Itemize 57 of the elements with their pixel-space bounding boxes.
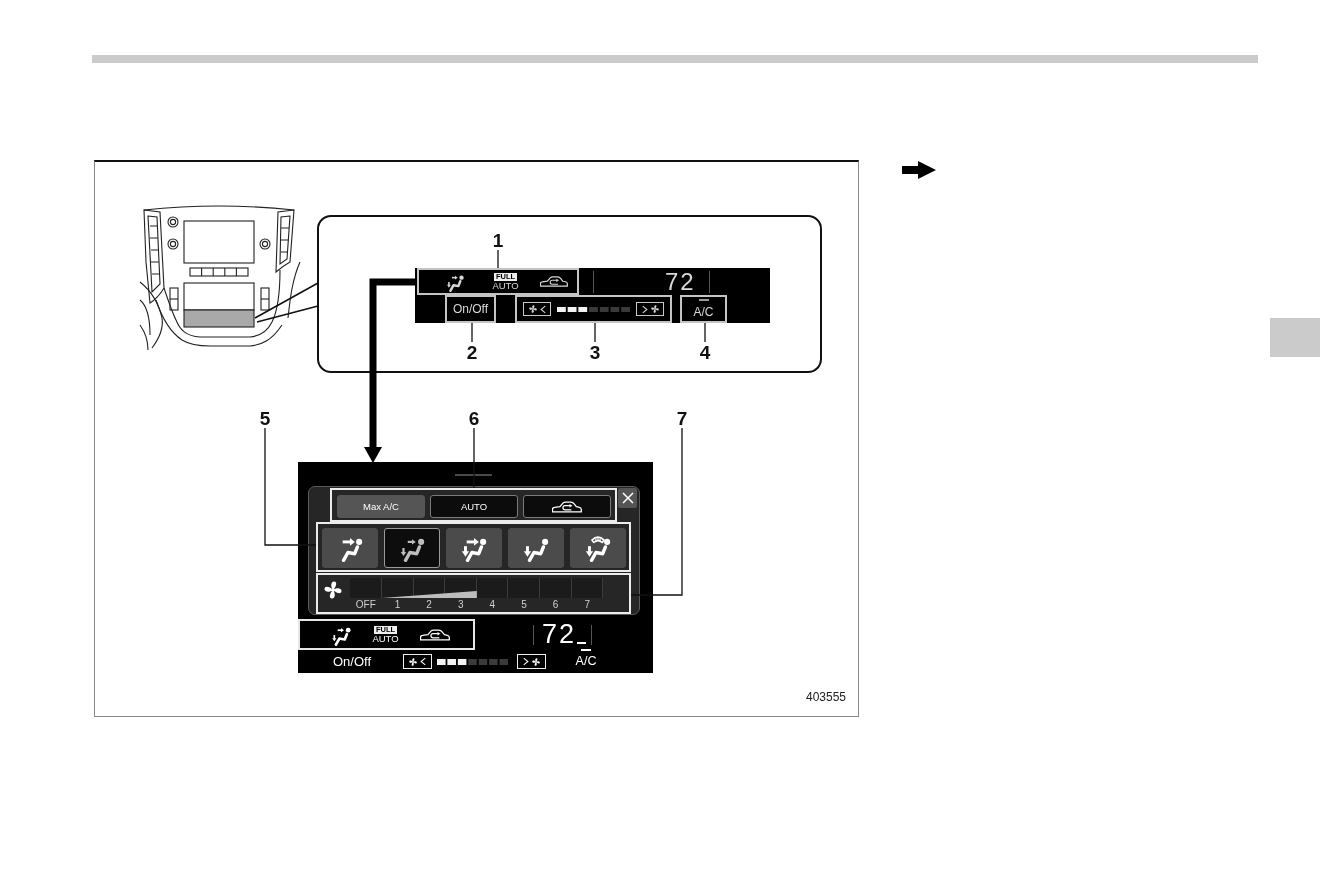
thumb-index-block [1270, 318, 1320, 357]
power-button[interactable]: On/Off [445, 295, 496, 323]
airflow-mode-button[interactable] [322, 528, 378, 568]
power-button[interactable]: On/Off [333, 654, 373, 669]
climate-option-button[interactable]: Max A/C [337, 495, 425, 518]
callout-number: 5 [259, 408, 271, 428]
chevron-right-icon [523, 657, 529, 666]
leader-line [473, 427, 475, 489]
ac-button[interactable]: A/C [680, 295, 727, 323]
callout-number: 6 [468, 408, 480, 428]
fan-icon [650, 305, 659, 313]
leader-line [704, 322, 706, 343]
chevron-left-icon [539, 304, 546, 314]
fan-speed-label: 3 [456, 599, 465, 611]
fan-icon [528, 305, 537, 313]
car-recirculation-icon [540, 276, 568, 287]
fan-speed-label: 2 [425, 599, 433, 611]
callout-number: 4 [699, 342, 711, 362]
callout-number: 3 [589, 342, 601, 362]
airflow-mode-button[interactable] [508, 528, 564, 568]
airflow-mode-button[interactable] [570, 528, 626, 568]
airflow-mode-button[interactable] [446, 528, 502, 568]
fan-speed-label: 5 [520, 599, 528, 611]
leader-line [594, 322, 596, 343]
temperature-display: 72 [542, 621, 577, 648]
fan-decrease-button[interactable] [523, 302, 551, 316]
climate-option-button[interactable]: AUTO [430, 495, 518, 518]
fan-speed-label: 6 [551, 599, 560, 611]
close-icon [621, 492, 634, 504]
callout-number: 2 [466, 342, 478, 362]
leader-line [471, 322, 473, 343]
chevron-right-icon [641, 304, 648, 314]
car-recirculation-icon [420, 628, 450, 641]
car-recirculation-icon [552, 500, 582, 513]
defrost-floor-airflow-icon [585, 534, 611, 562]
figure-code: 403555 [805, 690, 846, 704]
fan-speed-label: 1 [393, 599, 402, 611]
close-button[interactable] [618, 488, 637, 508]
auto-label: AUTO [492, 281, 519, 290]
fan-icon [324, 581, 342, 599]
fan-speed-label: 4 [488, 599, 497, 611]
auto-label: AUTO [372, 634, 399, 643]
callout-number: 7 [676, 408, 688, 428]
fan-icon [409, 657, 417, 666]
airflow-mode-button[interactable] [384, 528, 440, 568]
fan-speed-label: OFF [354, 599, 377, 611]
drag-handle[interactable] [455, 474, 492, 476]
temperature-display: 72 [665, 269, 696, 294]
arrow-right-icon [902, 161, 936, 179]
chevron-left-icon [420, 657, 426, 666]
fan-increase-button[interactable] [636, 302, 664, 316]
callout-number: 1 [492, 230, 504, 250]
recirculation-button[interactable] [523, 495, 611, 518]
leader-line [497, 249, 499, 269]
fan-icon [532, 657, 540, 666]
fan-speed-scale[interactable] [381, 578, 603, 598]
fan-speed-label: 7 [583, 599, 591, 611]
